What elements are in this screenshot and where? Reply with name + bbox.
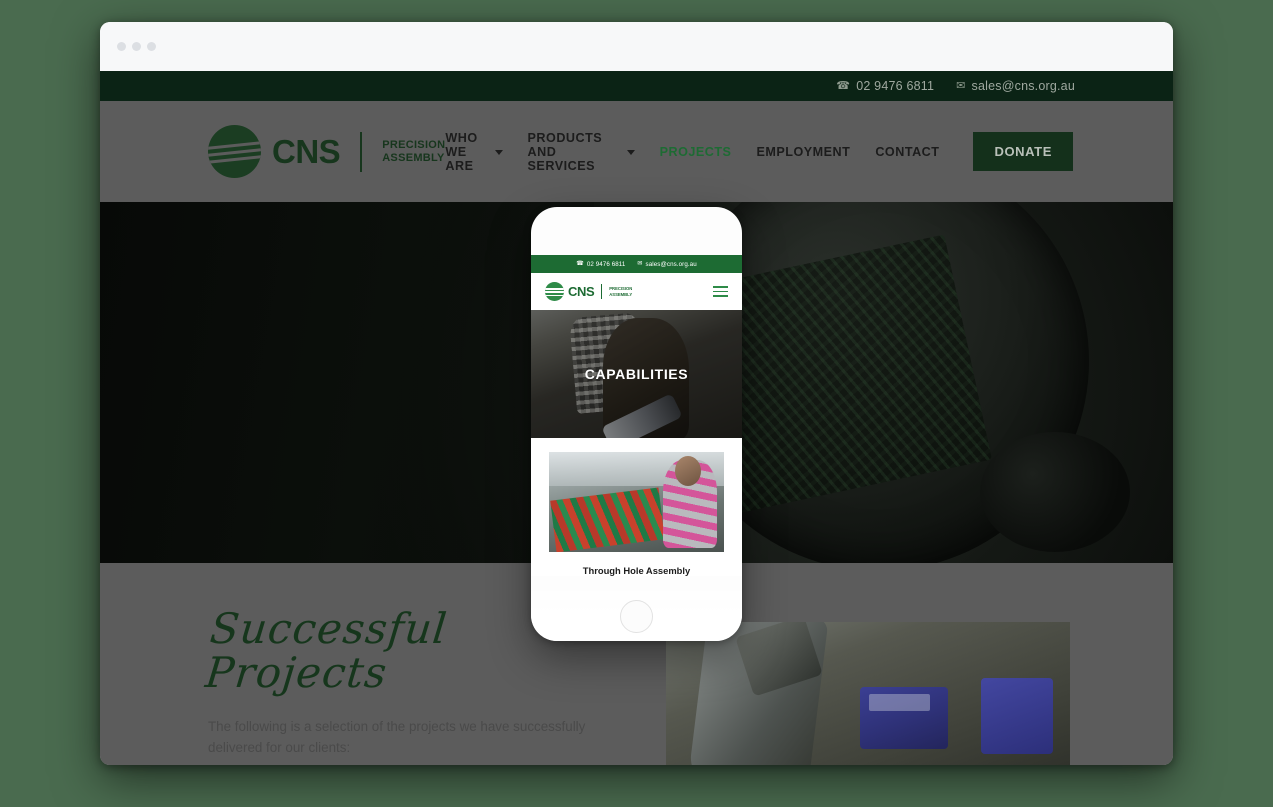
phone-card-caption: Through Hole Assembly — [582, 565, 691, 576]
phone-content-body: Through Hole Assembly — [531, 438, 742, 576]
phone-header: CNS PRECISION ASSEMBLY — [531, 273, 742, 310]
topbar-email-text: sales@cns.org.au — [971, 79, 1075, 93]
nav-item-products-and-services-label: PRODUCTS AND SERVICES — [527, 130, 603, 173]
section-intro-text: The following is a selection of the proj… — [208, 719, 586, 756]
phone-screen: ☎ 02 9476 6811 ✉ sales@cns.org.au CNS PR… — [531, 255, 742, 576]
phone-mockup: ☎ 02 9476 6811 ✉ sales@cns.org.au CNS PR… — [531, 207, 742, 641]
nav-item-who-we-are-label: WHO WE ARE — [445, 130, 478, 173]
cns-logo-mark-icon — [208, 125, 261, 178]
nav-item-contact[interactable]: CONTACT — [875, 145, 939, 159]
phone-topbar-phone[interactable]: ☎ 02 9476 6811 — [576, 261, 625, 268]
hero-decorative-shape — [980, 432, 1131, 553]
project-photo — [666, 622, 1070, 765]
browser-chrome-bar — [100, 22, 1173, 71]
parts-bin-secondary-shape — [981, 678, 1054, 755]
maximize-dot-icon[interactable] — [147, 42, 156, 51]
topbar-phone-text: 02 9476 6811 — [856, 79, 935, 93]
cns-logo-mark-icon — [545, 282, 564, 301]
phone-card-image — [549, 452, 724, 552]
logo-subtitle-line2: ASSEMBLY — [382, 151, 445, 164]
envelope-icon: ✉ — [956, 79, 966, 92]
phone-topbar-phone-text: 02 9476 6811 — [586, 260, 626, 268]
phone-hero-title: CAPABILITIES — [584, 366, 689, 382]
home-button[interactable] — [620, 600, 653, 633]
donate-button[interactable]: DONATE — [973, 132, 1073, 171]
phone-topbar-email[interactable]: ✉ sales@cns.org.au — [637, 261, 696, 268]
phone-home-button-area — [531, 600, 742, 633]
topbar-email[interactable]: ✉ sales@cns.org.au — [956, 79, 1075, 93]
nav-item-employment[interactable]: EMPLOYMENT — [756, 145, 850, 159]
nav-item-contact-label: CONTACT — [875, 144, 940, 159]
phone-hero-banner: CAPABILITIES — [531, 310, 742, 438]
phone-logo-subtitle-line1: PRECISION — [609, 286, 633, 292]
phone-logo-subtitle: PRECISION ASSEMBLY — [609, 286, 632, 296]
nav-item-projects[interactable]: PROJECTS — [660, 145, 732, 159]
minimize-dot-icon[interactable] — [132, 42, 141, 51]
chevron-down-icon — [494, 150, 503, 155]
nav-item-projects-label: PROJECTS — [659, 144, 732, 159]
envelope-icon: ✉ — [637, 261, 643, 267]
phone-logo-subtitle-line2: ASSEMBLY — [609, 291, 633, 297]
phone-topbar-email-text: sales@cns.org.au — [645, 260, 697, 268]
nav-item-who-we-are[interactable]: WHO WE ARE — [445, 130, 503, 173]
logo-subtitle: PRECISION ASSEMBLY — [382, 139, 445, 165]
main-navigation: WHO WE ARE PRODUCTS AND SERVICES PROJECT… — [445, 131, 1073, 173]
logo-wordmark: CNS — [272, 133, 341, 170]
phone-logo-divider — [601, 284, 603, 299]
hamburger-menu-icon[interactable] — [713, 286, 728, 297]
window-controls — [117, 42, 156, 51]
nav-item-products-and-services[interactable]: PRODUCTS AND SERVICES — [528, 131, 635, 173]
phone-site-logo[interactable]: CNS PRECISION ASSEMBLY — [545, 282, 632, 301]
phone-hero-overlay: CAPABILITIES — [531, 310, 742, 438]
phone-icon: ☎ — [836, 79, 851, 92]
topbar-phone[interactable]: ☎ 02 9476 6811 — [836, 79, 934, 93]
phone-logo-wordmark: CNS — [568, 284, 595, 299]
logo-subtitle-line1: PRECISION — [382, 138, 446, 151]
parts-bin-shape — [859, 686, 948, 749]
chevron-down-icon — [626, 150, 635, 155]
close-dot-icon[interactable] — [117, 42, 126, 51]
site-header: CNS PRECISION ASSEMBLY WHO WE ARE PRODUC… — [100, 101, 1173, 202]
site-topbar: ☎ 02 9476 6811 ✉ sales@cns.org.au — [100, 71, 1173, 101]
phone-topbar: ☎ 02 9476 6811 ✉ sales@cns.org.au — [531, 255, 742, 273]
nav-item-employment-label: EMPLOYMENT — [756, 144, 851, 159]
phone-icon: ☎ — [576, 261, 584, 267]
circuit-boards-shape — [549, 487, 664, 552]
logo-divider — [360, 131, 363, 172]
hero-left-shade — [100, 202, 594, 563]
site-logo[interactable]: CNS PRECISION ASSEMBLY — [208, 125, 445, 178]
